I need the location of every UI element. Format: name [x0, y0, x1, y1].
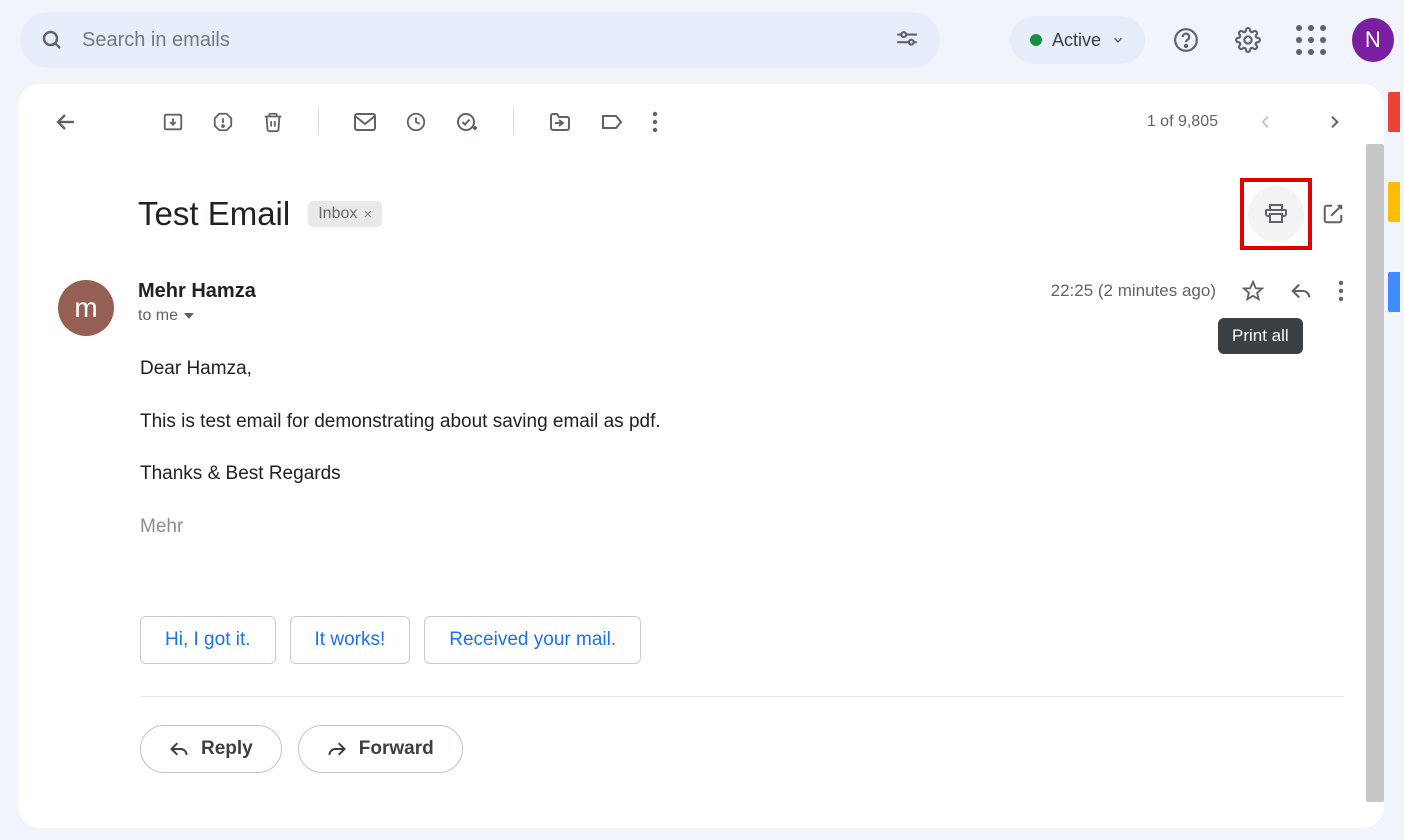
sidepanel-app-1[interactable] [1388, 92, 1400, 132]
smart-reply-3[interactable]: Received your mail. [424, 616, 641, 664]
sender-name: Mehr Hamza [138, 280, 256, 303]
body-signature: Mehr [140, 514, 1344, 541]
labels-button[interactable] [600, 112, 624, 132]
pager-text: 1 of 9,805 [1147, 113, 1218, 131]
add-to-tasks-button[interactable] [455, 110, 479, 134]
status-label: Active [1052, 30, 1101, 51]
body-greeting: Dear Hamza, [140, 356, 1344, 383]
back-button[interactable] [54, 110, 78, 134]
open-new-window-button[interactable] [1322, 203, 1344, 225]
status-dot-icon [1030, 34, 1042, 46]
toolbar-separator [513, 109, 514, 135]
print-icon [1264, 202, 1288, 226]
recipient-text: to me [138, 307, 178, 325]
email-toolbar: 1 of 9,805 [18, 84, 1384, 160]
sender-initial: m [74, 292, 97, 324]
search-input[interactable] [64, 29, 894, 52]
body-closing: Thanks & Best Regards [140, 461, 1344, 488]
snooze-button[interactable] [405, 111, 427, 133]
smart-reply-2[interactable]: It works! [290, 616, 411, 664]
forward-icon [327, 740, 347, 758]
subject-row: Test Email Inbox × [18, 160, 1384, 262]
sidepanel-app-2[interactable] [1388, 182, 1400, 222]
more-options-button[interactable] [1338, 280, 1344, 302]
email-subject: Test Email [138, 195, 290, 233]
forward-label: Forward [359, 738, 434, 760]
search-icon [40, 28, 64, 52]
move-to-button[interactable] [548, 111, 572, 133]
status-chip[interactable]: Active [1010, 16, 1145, 64]
sender-row: m Mehr Hamza to me 22:25 (2 minutes ago) [18, 262, 1384, 346]
email-timestamp: 22:25 (2 minutes ago) [1051, 281, 1216, 301]
chevron-down-icon [184, 313, 194, 319]
print-tooltip: Print all [1218, 318, 1303, 354]
sender-avatar[interactable]: m [58, 280, 114, 336]
mark-unread-button[interactable] [353, 112, 377, 132]
email-body: Dear Hamza, This is test email for demon… [18, 346, 1384, 586]
action-row: Reply Forward [18, 697, 1384, 793]
archive-button[interactable] [162, 111, 184, 133]
reply-icon [169, 740, 189, 758]
help-button[interactable] [1165, 18, 1207, 62]
apps-grid-icon [1296, 25, 1326, 55]
print-button[interactable] [1248, 186, 1304, 242]
sidepanel-app-3[interactable] [1388, 272, 1400, 312]
reply-label: Reply [201, 738, 253, 760]
search-box[interactable] [20, 12, 940, 68]
side-panel [1388, 92, 1404, 312]
settings-button[interactable] [1227, 18, 1269, 62]
forward-button[interactable]: Forward [298, 725, 463, 773]
remove-label-icon[interactable]: × [363, 206, 372, 223]
delete-button[interactable] [262, 111, 284, 133]
search-options-icon[interactable] [894, 27, 920, 53]
prev-button[interactable] [1246, 102, 1286, 142]
smart-reply-row: Hi, I got it. It works! Received your ma… [18, 586, 1384, 688]
next-button[interactable] [1314, 102, 1354, 142]
toolbar-separator [318, 109, 319, 135]
profile-avatar[interactable]: N [1352, 18, 1394, 62]
scrollbar[interactable] [1366, 144, 1384, 802]
reply-button[interactable]: Reply [140, 725, 282, 773]
star-button[interactable] [1242, 280, 1264, 302]
profile-initial: N [1365, 27, 1381, 53]
top-bar: Active N [0, 0, 1404, 80]
recipient-line[interactable]: to me [138, 307, 256, 325]
more-button[interactable] [652, 111, 658, 133]
reply-icon-button[interactable] [1290, 281, 1312, 301]
print-highlight-box [1240, 178, 1312, 250]
body-line: This is test email for demonstrating abo… [140, 409, 1344, 436]
smart-reply-1[interactable]: Hi, I got it. [140, 616, 276, 664]
folder-label-chip[interactable]: Inbox × [308, 201, 382, 227]
chevron-down-icon [1111, 33, 1125, 47]
report-spam-button[interactable] [212, 111, 234, 133]
email-panel: 1 of 9,805 Test Email Inbox × Print all … [18, 84, 1384, 828]
folder-label-text: Inbox [318, 205, 357, 223]
apps-button[interactable] [1290, 18, 1332, 62]
